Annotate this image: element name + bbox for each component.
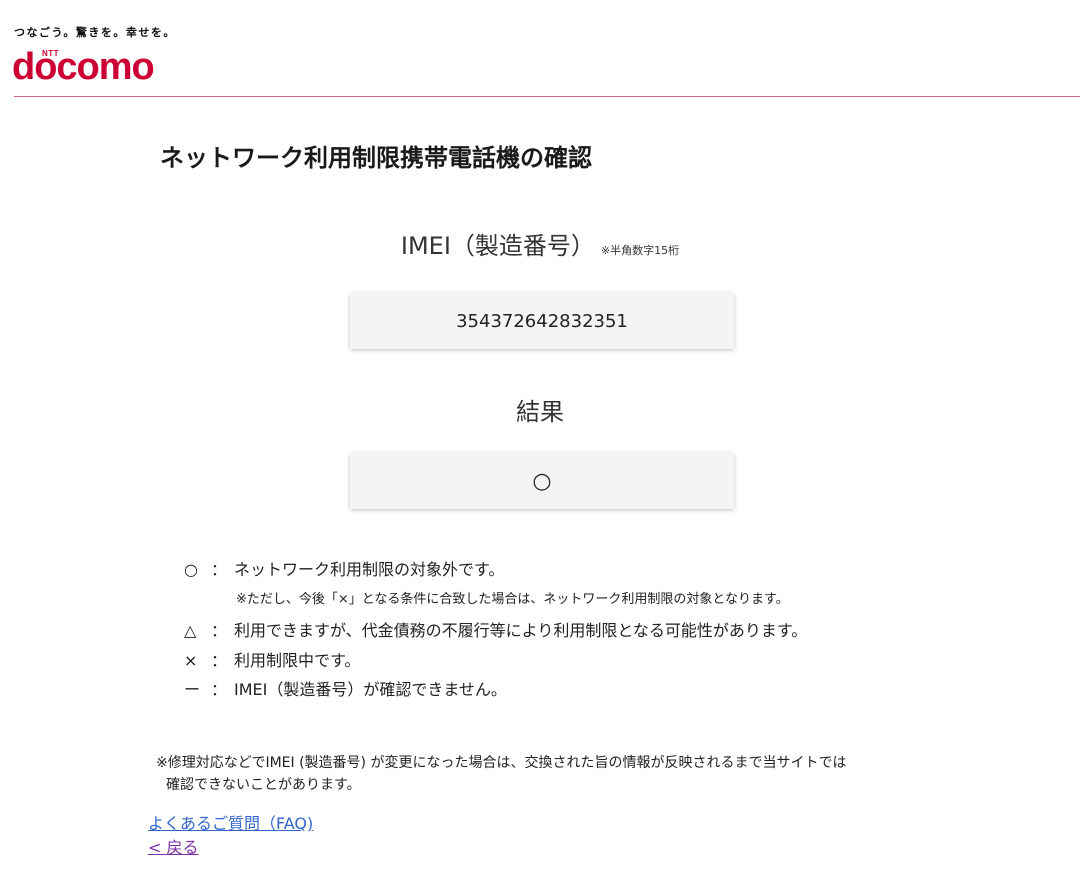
legend-colon: ： xyxy=(210,651,227,670)
legend-colon: ： xyxy=(210,621,227,640)
legend-note: ※ただし、今後「×」となる条件に合致した場合は、ネットワーク利用制限の対象となり… xyxy=(236,592,789,607)
result-label: 結果 xyxy=(516,398,564,426)
legend-colon: ： xyxy=(210,680,227,699)
legend-colon: ： xyxy=(210,560,227,579)
imei-label: IMEI（製造番号） ※半角数字15桁 xyxy=(0,226,1080,261)
docomo-logo[interactable]: docomo NTT xyxy=(12,44,192,90)
imei-format-note: ※半角数字15桁 xyxy=(600,244,680,257)
legend-item-dash: ー ： IMEI（製造番号）が確認できません。 xyxy=(184,678,507,702)
legend-item-circle: ○ ： ネットワーク利用制限の対象外です。 xyxy=(184,558,504,582)
imei-label-text: IMEI（製造番号） xyxy=(400,232,595,260)
legend-text: ネットワーク利用制限の対象外です。 xyxy=(234,560,505,579)
legend-symbol: ○ xyxy=(184,560,198,579)
brand-tagline: つなごう。驚きを。幸せを。 xyxy=(14,26,176,39)
header-divider xyxy=(14,96,1080,97)
legend-text: IMEI（製造番号）が確認できません。 xyxy=(234,680,507,699)
legend-item-triangle: △ ： 利用できますが、代金債務の不履行等により利用制限となる可能性があります。 xyxy=(184,619,807,643)
logo-wordmark: docomo xyxy=(12,46,155,88)
legend-symbol: △ xyxy=(184,621,197,640)
back-link[interactable]: < 戻る xyxy=(148,834,199,858)
result-value: ○ xyxy=(532,468,552,494)
legend-item-cross: × ： 利用制限中です。 xyxy=(184,649,360,673)
logo-ntt-mark: NTT xyxy=(42,49,60,58)
imei-field[interactable]: 354372642832351 xyxy=(350,293,734,349)
footnote-line-2: 確認できないことがあります。 xyxy=(166,777,361,793)
legend-symbol: ー xyxy=(184,680,201,699)
page-title: ネットワーク利用制限携帯電話機の確認 xyxy=(160,144,592,172)
faq-link[interactable]: よくあるご質問（FAQ) xyxy=(148,810,313,834)
imei-value: 354372642832351 xyxy=(456,310,628,332)
legend-symbol: × xyxy=(184,651,198,670)
footnote: ※修理対応などでIMEI (製造番号) が変更になった場合は、交換された旨の情報… xyxy=(156,752,846,796)
footnote-line-1: ※修理対応などでIMEI (製造番号) が変更になった場合は、交換された旨の情報… xyxy=(156,755,847,771)
legend-text: 利用制限中です。 xyxy=(234,651,361,670)
legend-text: 利用できますが、代金債務の不履行等により利用制限となる可能性があります。 xyxy=(234,621,808,640)
site-header: つなごう。驚きを。幸せを。 docomo NTT xyxy=(0,0,1080,97)
result-field: ○ xyxy=(350,453,734,509)
